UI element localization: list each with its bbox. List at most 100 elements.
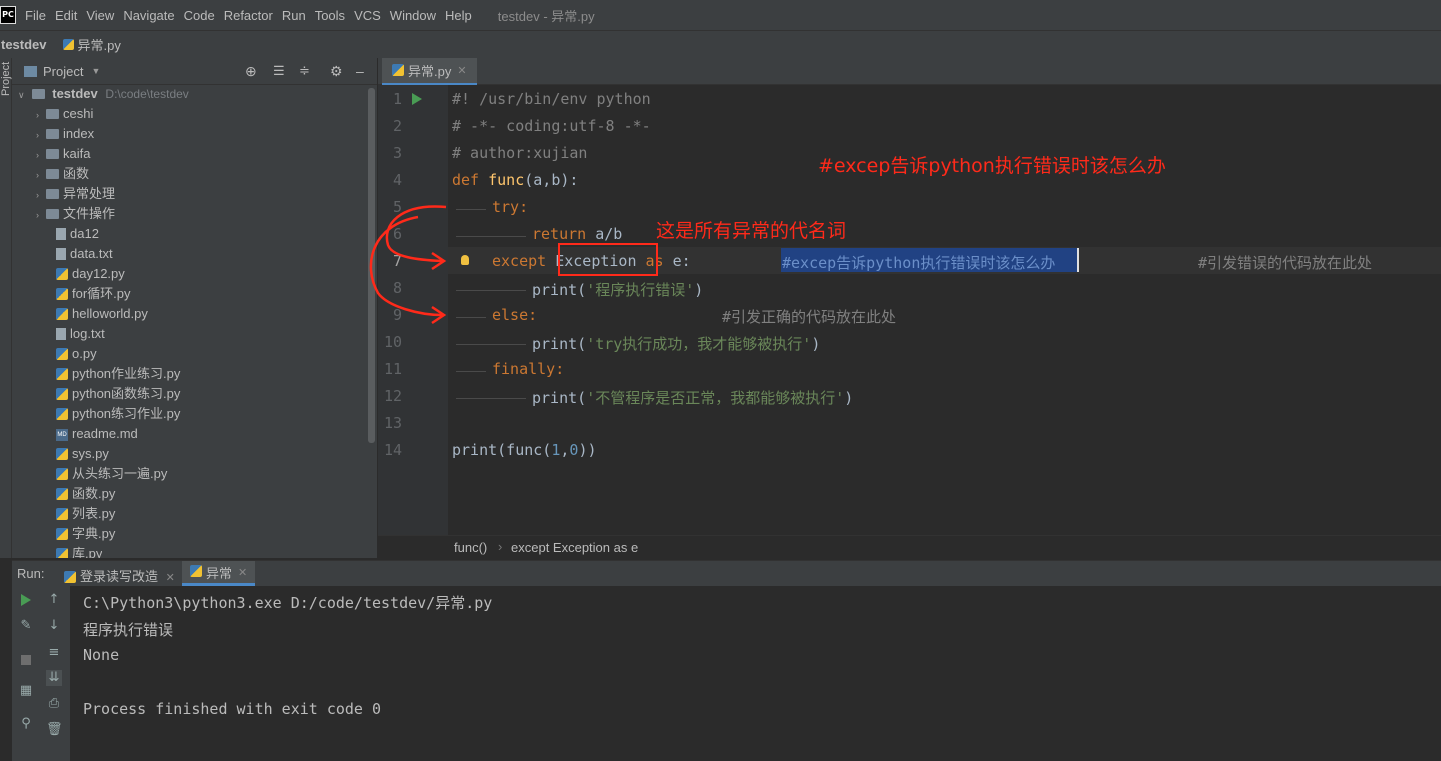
arrow-up-icon[interactable]: ↑ xyxy=(46,592,62,608)
chevron-right-icon[interactable]: › xyxy=(36,205,46,225)
line-number: 4 xyxy=(392,171,402,189)
chevron-down-icon[interactable]: ∨ xyxy=(18,85,28,105)
menu-code[interactable]: Code xyxy=(184,8,215,23)
code-line-4: def func(a,b): xyxy=(452,171,579,189)
console-line: C:\Python3\python3.exe D:/code/testdev/异… xyxy=(83,594,493,612)
tree-file[interactable]: python练习作业.py xyxy=(56,404,180,424)
project-panel-title[interactable]: Project xyxy=(43,64,83,79)
menu-window[interactable]: Window xyxy=(390,8,436,23)
chevron-down-icon[interactable]: ▼ xyxy=(91,66,100,76)
python-file-icon xyxy=(56,507,68,520)
run-tab-exception[interactable]: 异常 ✕ xyxy=(182,561,256,586)
locate-icon[interactable]: ⊕ xyxy=(245,63,257,80)
folder-icon xyxy=(46,208,59,219)
collapse-all-icon[interactable]: ≑ xyxy=(299,63,310,79)
code-line-11: finally: xyxy=(492,360,565,378)
hide-panel-icon[interactable]: – xyxy=(356,63,364,79)
tree-folder[interactable]: › 函数 xyxy=(36,164,89,184)
line-number: 3 xyxy=(392,144,402,162)
python-file-icon xyxy=(62,39,74,50)
lightbulb-icon[interactable] xyxy=(461,255,469,265)
stop-icon[interactable] xyxy=(21,655,31,665)
tree-file[interactable]: 函数.py xyxy=(56,484,115,504)
soft-wrap-icon[interactable]: ≡ xyxy=(46,645,62,661)
tree-file[interactable]: python函数练习.py xyxy=(56,384,180,404)
tree-file[interactable]: da12 xyxy=(56,224,99,244)
expand-all-icon[interactable]: ☰ xyxy=(273,63,285,79)
menu-view[interactable]: View xyxy=(86,8,114,23)
wrench-icon[interactable]: ✎ xyxy=(18,618,34,634)
run-label: Run: xyxy=(17,566,45,581)
annotation-alias-note: 这是所有异常的代名词 xyxy=(656,220,847,242)
tree-folder[interactable]: › index xyxy=(36,124,94,144)
tree-file[interactable]: 列表.py xyxy=(56,504,115,524)
tree-folder[interactable]: › ceshi xyxy=(36,104,93,124)
code-line-9: else: xyxy=(492,306,538,324)
python-file-icon xyxy=(56,527,68,540)
tab-exception-py[interactable]: 异常.py ✕ xyxy=(382,58,477,86)
menu-vcs[interactable]: VCS xyxy=(354,8,381,23)
tree-file[interactable]: python作业练习.py xyxy=(56,364,180,384)
breadcrumb-project[interactable]: testdev xyxy=(1,37,47,52)
folder-icon xyxy=(46,108,59,119)
code-line-12: print('不管程序是否正常，我都能够被执行') xyxy=(532,389,854,407)
menu-refactor[interactable]: Refactor xyxy=(224,8,273,23)
breadcrumb-file[interactable]: 异常.py xyxy=(78,35,121,54)
chevron-right-icon[interactable]: › xyxy=(36,125,46,145)
chevron-right-icon[interactable]: › xyxy=(36,185,46,205)
indent-guide xyxy=(456,317,486,318)
tree-file[interactable]: 库.py xyxy=(56,544,102,558)
tree-file[interactable]: for循环.py xyxy=(56,284,131,304)
tree-file[interactable]: sys.py xyxy=(56,444,109,464)
chevron-right-icon[interactable]: › xyxy=(36,165,46,185)
run-tab-login[interactable]: 登录读写改造 ✕ xyxy=(64,566,175,585)
layout-icon[interactable]: ▦ xyxy=(18,683,34,699)
tree-file[interactable]: MD readme.md xyxy=(56,424,138,444)
run-gutter-icon[interactable] xyxy=(412,93,422,105)
scroll-to-end-icon[interactable]: ⇊ xyxy=(46,670,62,686)
indent-guide xyxy=(456,344,526,345)
pin-icon[interactable]: ⚲ xyxy=(18,716,34,732)
python-file-icon xyxy=(56,367,68,380)
tree-folder[interactable]: › 文件操作 xyxy=(36,204,115,224)
python-file-icon xyxy=(56,467,68,480)
menu-file[interactable]: File xyxy=(25,8,46,23)
tab-label: 异常.py xyxy=(408,64,452,79)
tree-file[interactable]: data.txt xyxy=(56,244,113,264)
tree-root[interactable]: ∨ testdev D:\code\testdev xyxy=(18,84,189,104)
tree-file[interactable]: log.txt xyxy=(56,324,105,344)
indent-guide xyxy=(456,290,526,291)
menu-edit[interactable]: Edit xyxy=(55,8,77,23)
tree-file[interactable]: helloworld.py xyxy=(56,304,148,324)
python-file-icon xyxy=(56,307,68,320)
close-icon[interactable]: ✕ xyxy=(457,64,466,77)
code-line-5: try: xyxy=(492,198,529,216)
tree-folder[interactable]: › 异常处理 xyxy=(36,184,115,204)
console-line: Process finished with exit code 0 xyxy=(83,700,382,718)
chevron-right-icon[interactable]: › xyxy=(36,145,46,165)
close-icon[interactable]: ✕ xyxy=(166,572,175,584)
tree-file[interactable]: 字典.py xyxy=(56,524,115,544)
gear-icon[interactable]: ⚙ xyxy=(330,63,343,80)
tree-folder[interactable]: › kaifa xyxy=(36,144,90,164)
breadcrumb-function[interactable]: func() xyxy=(454,540,487,555)
tree-file[interactable]: day12.py xyxy=(56,264,125,284)
menu-help[interactable]: Help xyxy=(445,8,472,23)
chevron-right-icon[interactable]: › xyxy=(36,105,46,125)
close-icon[interactable]: ✕ xyxy=(238,566,247,579)
arrow-down-icon[interactable]: ↓ xyxy=(46,618,62,634)
line-number: 1 xyxy=(392,90,402,108)
editor-breadcrumbs: func() › except Exception as e xyxy=(378,535,1441,559)
annotation-arrows xyxy=(369,205,447,325)
tree-file[interactable]: 从头练习一遍.py xyxy=(56,464,167,484)
menu-run[interactable]: Run xyxy=(282,8,306,23)
project-tool-button[interactable]: Project xyxy=(0,56,12,96)
menu-tools[interactable]: Tools xyxy=(315,8,345,23)
print-icon[interactable]: ⎙ xyxy=(46,696,62,712)
tree-file[interactable]: o.py xyxy=(56,344,97,364)
menu-navigate[interactable]: Navigate xyxy=(123,8,174,23)
trash-icon[interactable]: 🗑 xyxy=(46,722,63,738)
breadcrumb-except[interactable]: except Exception as e xyxy=(511,540,638,555)
run-console[interactable]: ↑ ✎ ↓ ≡ ▦ ⇊ ⎙ ⚲ 🗑 C:\Python3\python3.exe… xyxy=(12,586,1441,761)
rerun-icon[interactable] xyxy=(21,594,31,606)
